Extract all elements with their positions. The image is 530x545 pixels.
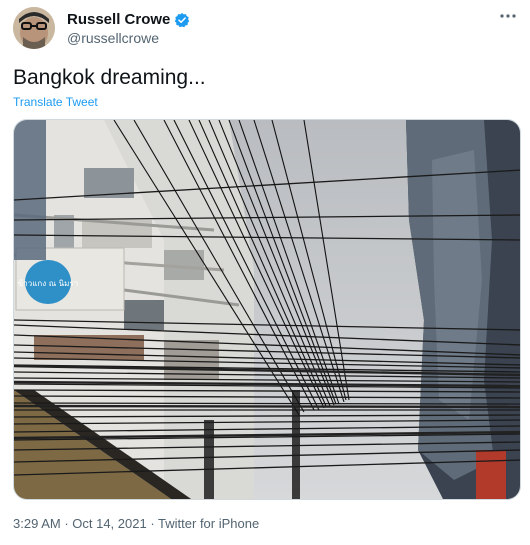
tweet-text: Bangkok dreaming... [13, 66, 206, 89]
translate-tweet-link[interactable]: Translate Tweet [13, 95, 98, 109]
tweet-time[interactable]: 3:29 AM [13, 516, 61, 531]
avatar[interactable] [13, 7, 55, 49]
more-options-icon[interactable] [498, 6, 518, 26]
display-name[interactable]: Russell Crowe [67, 11, 170, 28]
avatar-image [13, 7, 55, 49]
photo-canvas: ข้าวแกง ณ นิมรา [14, 120, 520, 499]
author-name-row[interactable]: Russell Crowe [67, 11, 190, 28]
verified-badge-icon [174, 12, 190, 28]
tweet-card: Russell Crowe @russellcrowe Bangkok drea… [0, 0, 530, 545]
tweet-source[interactable]: Twitter for iPhone [158, 516, 259, 531]
tweet-date[interactable]: Oct 14, 2021 [72, 516, 146, 531]
author-handle[interactable]: @russellcrowe [67, 30, 159, 46]
meta-separator: · [60, 516, 73, 531]
tweet-meta: 3:29 AM · Oct 14, 2021 · Twitter for iPh… [13, 516, 259, 531]
meta-separator: · [146, 516, 159, 531]
shop-sign-text: ข้าวแกง ณ นิมรา [18, 279, 78, 288]
tweet-photo[interactable]: ข้าวแกง ณ นิมรา [13, 119, 521, 500]
